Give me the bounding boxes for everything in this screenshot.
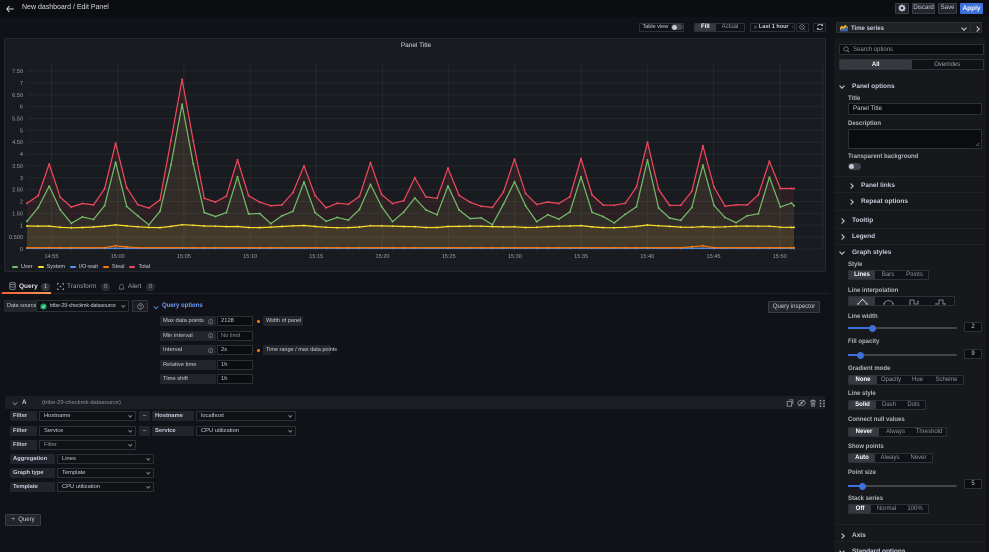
svg-text:2: 2 <box>20 200 23 206</box>
svg-text:15:00: 15:00 <box>111 254 125 260</box>
svg-text:4.50: 4.50 <box>12 140 23 146</box>
svg-text:5.50: 5.50 <box>12 117 23 123</box>
svg-text:15:25: 15:25 <box>442 254 456 260</box>
svg-text:0.500: 0.500 <box>9 235 23 241</box>
svg-text:7: 7 <box>20 81 23 87</box>
svg-text:15:40: 15:40 <box>640 254 654 260</box>
svg-text:1: 1 <box>20 223 23 229</box>
svg-text:15:50: 15:50 <box>773 254 787 260</box>
svg-text:15:30: 15:30 <box>508 254 522 260</box>
svg-text:3: 3 <box>20 176 23 182</box>
svg-text:6: 6 <box>20 105 23 111</box>
svg-text:1.50: 1.50 <box>12 211 23 217</box>
svg-text:15:15: 15:15 <box>309 254 323 260</box>
svg-text:14:55: 14:55 <box>45 254 59 260</box>
svg-text:15:45: 15:45 <box>707 254 721 260</box>
svg-text:3.50: 3.50 <box>12 164 23 170</box>
svg-text:15:10: 15:10 <box>243 254 257 260</box>
svg-text:0: 0 <box>20 247 23 253</box>
svg-text:4: 4 <box>20 152 23 158</box>
svg-text:7.50: 7.50 <box>12 69 23 75</box>
svg-text:6.50: 6.50 <box>12 93 23 99</box>
svg-text:5: 5 <box>20 128 23 134</box>
svg-text:15:05: 15:05 <box>177 254 191 260</box>
svg-text:2.50: 2.50 <box>12 188 23 194</box>
svg-text:15:20: 15:20 <box>376 254 390 260</box>
svg-text:15:35: 15:35 <box>574 254 588 260</box>
